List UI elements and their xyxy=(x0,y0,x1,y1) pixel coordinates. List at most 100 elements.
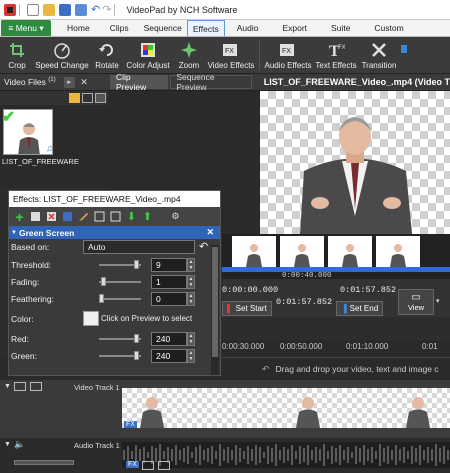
video-effects-button[interactable]: FX Video Effects xyxy=(206,37,256,70)
tab-effects[interactable]: Effects xyxy=(186,20,225,36)
save-as-icon[interactable] xyxy=(75,3,87,16)
add-folder-icon[interactable] xyxy=(69,93,80,103)
tab-export[interactable]: Export xyxy=(270,20,319,36)
grid-view-icon[interactable] xyxy=(82,93,93,103)
more-ribbon-button[interactable] xyxy=(399,37,409,59)
collapse-audio-track-icon[interactable]: ▼ xyxy=(4,441,11,448)
add-effect-icon[interactable]: + xyxy=(13,209,26,225)
view-button[interactable]: ▭ View xyxy=(398,289,434,315)
fading-label: Fading: xyxy=(11,277,40,287)
filmstrip xyxy=(222,236,450,267)
view-dropdown-icon[interactable]: ▾ xyxy=(436,297,440,305)
audio-unlink-icon[interactable] xyxy=(142,461,154,470)
clip-scrub-bar[interactable]: 0:00:40.000 xyxy=(222,234,450,280)
new-file-icon[interactable] xyxy=(27,3,39,16)
clip-range-bar[interactable] xyxy=(222,267,450,272)
crop-icon xyxy=(8,40,26,59)
audio-volume-slider[interactable] xyxy=(14,460,74,465)
feathering-slider[interactable] xyxy=(99,294,141,303)
undo-icon[interactable]: ↶ xyxy=(91,3,100,16)
feathering-spinner[interactable]: ▲ ▼ xyxy=(187,292,195,306)
red-spinner[interactable]: ▲ ▼ xyxy=(187,332,195,346)
feathering-slider-knob[interactable] xyxy=(99,294,104,303)
move-up-icon[interactable]: ⬆ xyxy=(141,210,154,223)
media-bin-tabs: Video Files (1) ▸ ✕ xyxy=(0,74,108,91)
rotate-button[interactable]: Rotate xyxy=(90,37,124,70)
edit-effect-icon[interactable] xyxy=(77,210,90,223)
fading-slider-knob[interactable] xyxy=(101,277,106,286)
tab-clip-preview[interactable]: Clip Preview xyxy=(110,72,169,92)
audio-link-icon[interactable] xyxy=(158,461,170,470)
collapse-track-icon[interactable]: ▼ xyxy=(4,383,11,390)
crop-button[interactable]: Crop xyxy=(0,37,34,70)
video-clip[interactable] xyxy=(122,388,450,428)
save-icon[interactable] xyxy=(59,3,71,16)
tab-home[interactable]: Home xyxy=(57,20,100,36)
svg-text:FX: FX xyxy=(338,45,345,51)
transition-icon xyxy=(370,40,388,59)
audio-fx-badge[interactable]: FX xyxy=(126,461,139,468)
text-effects-icon: T FX xyxy=(327,40,345,59)
threshold-slider[interactable] xyxy=(99,260,141,269)
remove-effect-icon[interactable] xyxy=(45,210,58,223)
close-bin-icon[interactable]: ✕ xyxy=(79,77,90,88)
svg-text:FX: FX xyxy=(282,48,291,55)
view-icon: ▭ xyxy=(411,292,421,303)
color-swatch[interactable] xyxy=(83,311,99,326)
tab-custom[interactable]: Custom xyxy=(362,20,415,36)
move-down-icon[interactable]: ⬇ xyxy=(125,210,138,223)
feathering-input[interactable]: 0 xyxy=(151,292,187,306)
list-view-icon[interactable] xyxy=(95,93,106,103)
transition-button[interactable]: Transition xyxy=(359,37,399,70)
color-adjust-button[interactable]: Color Adjust xyxy=(124,37,172,70)
tab-audio[interactable]: Audio xyxy=(225,20,271,36)
collapse-effect-icon: ▼ xyxy=(11,229,17,236)
tab-sequence[interactable]: Sequence xyxy=(139,20,187,36)
threshold-spinner[interactable]: ▲ ▼ xyxy=(187,258,195,272)
speaker-icon[interactable]: 🔈 xyxy=(14,439,25,450)
zoom-button[interactable]: Zoom xyxy=(172,37,206,70)
tab-sequence-preview[interactable]: Sequence Preview xyxy=(170,72,252,92)
fading-input[interactable]: 1 xyxy=(151,275,187,289)
tab-video-files[interactable]: Video Files (1) xyxy=(0,77,60,87)
effect-options-icon[interactable]: ⚙ xyxy=(169,210,182,223)
video-fx-badge[interactable]: FX xyxy=(124,421,137,428)
track-lock-icon[interactable] xyxy=(30,382,42,391)
audio-waveform[interactable] xyxy=(122,442,450,468)
ruler-tick: 0:00:50.000 xyxy=(280,342,323,351)
green-screen-header[interactable]: ▼ Green Screen ✕ xyxy=(9,226,220,239)
menu-button[interactable]: ≡ Menu ▾ xyxy=(1,20,51,36)
green-input[interactable]: 240 xyxy=(151,349,187,363)
save-effect-icon[interactable] xyxy=(61,210,74,223)
scrollbar-thumb[interactable] xyxy=(212,247,218,357)
paste-effect-icon[interactable] xyxy=(109,210,122,223)
tab-suite[interactable]: Suite xyxy=(319,20,362,36)
effects-scrollbar[interactable] xyxy=(211,245,219,375)
track-visibility-icon[interactable] xyxy=(14,382,26,391)
fading-slider[interactable] xyxy=(99,277,141,286)
set-end-button[interactable]: ▐ Set End xyxy=(336,301,384,316)
timeline-ruler[interactable]: 0:00:30.000 0:00:50.000 0:01:10.000 0:01 xyxy=(222,340,450,358)
fading-spinner[interactable]: ▲ ▼ xyxy=(187,275,195,289)
set-start-button[interactable]: ▌ Set Start xyxy=(222,301,272,316)
red-input[interactable]: 240 xyxy=(151,332,187,346)
based-on-select[interactable]: Auto xyxy=(83,240,195,254)
red-slider-knob[interactable] xyxy=(134,334,139,343)
threshold-input[interactable]: 9 xyxy=(151,258,187,272)
text-effects-button[interactable]: T FX Text Effects xyxy=(313,37,359,71)
copy-effect-icon[interactable] xyxy=(93,210,106,223)
green-slider[interactable] xyxy=(99,351,141,360)
audio-effects-button[interactable]: FX Audio Effects xyxy=(263,37,313,70)
reset-effect-icon[interactable]: ↶ xyxy=(199,240,208,253)
bin-menu-icon[interactable]: ▸ xyxy=(63,76,75,88)
red-slider[interactable] xyxy=(99,334,141,343)
green-spinner[interactable]: ▲ ▼ xyxy=(187,349,195,363)
redo-icon[interactable]: ↷ xyxy=(102,3,111,16)
effect-settings-icon[interactable] xyxy=(29,210,42,223)
threshold-slider-knob[interactable] xyxy=(134,260,139,269)
green-slider-knob[interactable] xyxy=(134,351,139,360)
speed-change-button[interactable]: Speed Change xyxy=(34,37,90,70)
close-effect-icon[interactable]: ✕ xyxy=(206,227,214,238)
tab-clips[interactable]: Clips xyxy=(100,20,139,36)
open-folder-icon[interactable] xyxy=(43,3,55,16)
